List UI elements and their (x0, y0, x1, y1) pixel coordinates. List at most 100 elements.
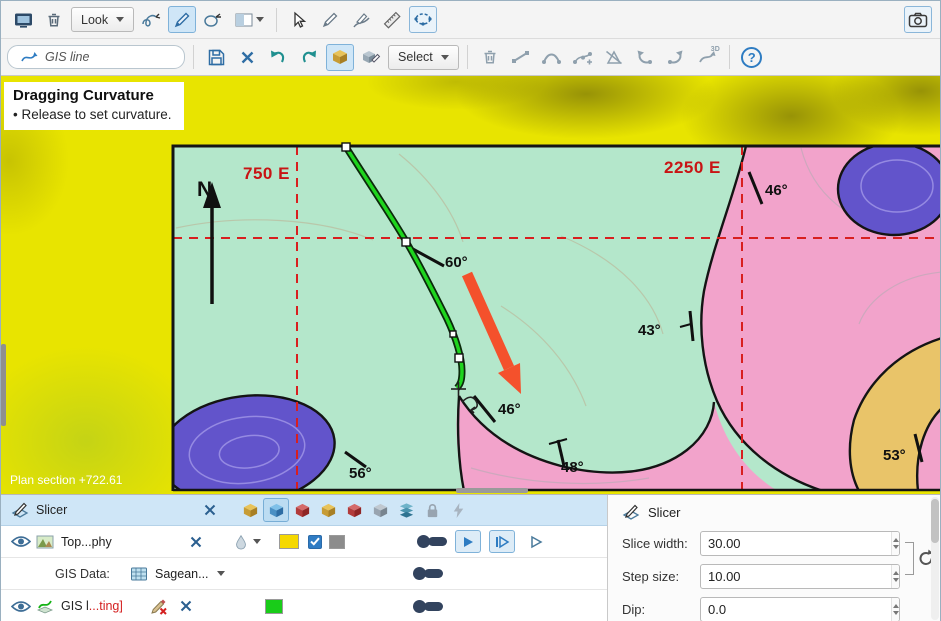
draw-curve-tool-icon[interactable] (347, 6, 375, 33)
gis-data-scene-toggle[interactable] (413, 567, 443, 580)
curve-segment-icon[interactable] (538, 44, 566, 71)
play-slices-button[interactable] (455, 530, 481, 553)
polygon-slash-icon[interactable] (600, 44, 628, 71)
draw-polyline-icon[interactable] (199, 6, 227, 33)
cube-amber-icon[interactable] (237, 498, 263, 522)
spinner-arrows[interactable] (891, 598, 899, 621)
main-toolbar: Look (1, 1, 940, 39)
gis-data-value: Sagean... (151, 567, 213, 581)
dip-input[interactable] (701, 598, 891, 621)
cube-blue-icon[interactable] (263, 498, 289, 522)
vertex-handle[interactable] (455, 354, 463, 362)
properties-title: Slicer (622, 503, 900, 521)
secondary-color-swatch[interactable] (329, 535, 345, 549)
lightning-icon[interactable] (445, 498, 471, 522)
draw-on-object-icon[interactable] (357, 44, 385, 71)
drag-tooltip: Dragging Curvature • Release to set curv… (4, 82, 184, 130)
select-mode-dropdown[interactable]: Select (388, 45, 459, 70)
horizontal-scrollbar[interactable] (456, 488, 528, 493)
topography-color-swatch[interactable] (279, 534, 299, 549)
delete-vertices-icon[interactable] (476, 44, 504, 71)
bottom-panels: Slicer (1, 494, 940, 621)
cancel-x-icon[interactable] (233, 44, 261, 71)
slice-width-spinbox[interactable] (700, 531, 900, 556)
snap-to-object-icon[interactable] (326, 44, 354, 71)
panel-scrollbar[interactable] (931, 497, 939, 620)
select-cursor-icon[interactable] (285, 6, 313, 33)
stop-editing-pencil-icon[interactable] (147, 597, 171, 615)
undo-icon[interactable] (264, 44, 292, 71)
slice-width-input[interactable] (701, 532, 891, 555)
scene-window-icon[interactable] (9, 6, 37, 33)
step-slice-button[interactable] (489, 530, 515, 553)
easting-label-750: 750 E (243, 164, 290, 183)
scene-list-panel: Slicer (1, 495, 608, 621)
save-icon[interactable] (202, 44, 230, 71)
plan-section-map[interactable]: 750 E 2250 E N 60° 46° 43 (1, 76, 940, 494)
straight-segment-icon[interactable] (507, 44, 535, 71)
step-size-input[interactable] (701, 565, 891, 588)
plan-section-label: Plan section +722.61 (10, 473, 122, 487)
play-outline-button[interactable] (523, 530, 549, 553)
dip-spinbox[interactable] (700, 597, 900, 621)
link-bracket (905, 542, 914, 575)
cube-gray-icon[interactable] (367, 498, 393, 522)
layers-icon[interactable] (393, 498, 419, 522)
topography-label: Top...phy (57, 535, 185, 549)
help-icon[interactable]: ? (738, 44, 766, 71)
lasso-select-icon[interactable] (409, 6, 437, 33)
topography-checkbox[interactable] (308, 535, 322, 549)
remove-gis-line-button[interactable] (175, 595, 197, 617)
trash-icon[interactable] (40, 6, 68, 33)
gis-line-scene-toggle[interactable] (413, 600, 443, 613)
gis-data-row[interactable]: GIS Data: Sagean... (1, 558, 607, 590)
active-tool-label: GIS line (45, 50, 89, 64)
chevron-down-icon (116, 17, 124, 22)
slicer-properties-panel: Slicer Slice width: Step size: Dip: (608, 495, 940, 621)
scrollbar-thumb[interactable] (931, 499, 939, 543)
reverse-curve-right-icon[interactable] (662, 44, 690, 71)
vertex-handle[interactable] (450, 331, 456, 337)
split-view-icon[interactable] (230, 6, 268, 33)
remove-topography-button[interactable] (185, 531, 207, 553)
vertical-scrollbar[interactable] (1, 344, 6, 426)
scene-view[interactable]: 750 E 2250 E N 60° 46° 43 (1, 76, 940, 494)
dip-label: 53° (883, 447, 906, 464)
topography-scene-toggle[interactable] (417, 535, 447, 548)
visibility-eye-icon[interactable] (9, 535, 33, 548)
properties-title-text: Slicer (648, 505, 681, 520)
topography-row[interactable]: Top...phy (1, 526, 607, 558)
dip-label: 43° (638, 322, 661, 339)
add-node-icon[interactable] (569, 44, 597, 71)
shading-dropdown[interactable] (233, 534, 261, 550)
camera-icon[interactable] (904, 6, 932, 33)
cube-red-icon[interactable] (289, 498, 315, 522)
chevron-down-icon[interactable] (217, 571, 225, 576)
spinner-arrows[interactable] (891, 565, 899, 588)
easting-label-2250: 2250 E (664, 158, 721, 177)
gis-line-row[interactable]: GIS l...ting] (1, 590, 607, 621)
vertex-handle[interactable] (342, 143, 350, 151)
spinner-arrows[interactable] (891, 532, 899, 555)
toolbar-separator (193, 45, 194, 69)
lock-icon[interactable] (419, 498, 445, 522)
convert-3d-curve-icon[interactable]: 3D (693, 44, 721, 71)
vertex-handle[interactable] (402, 238, 410, 246)
slicer-row[interactable]: Slicer (1, 495, 607, 526)
remove-slicer-button[interactable] (199, 499, 221, 521)
redo-icon[interactable] (295, 44, 323, 71)
cube-amber2-icon[interactable] (315, 498, 341, 522)
gis-line-color-swatch[interactable] (265, 599, 283, 614)
reverse-curve-left-icon[interactable] (631, 44, 659, 71)
toolbar-separator (729, 45, 730, 69)
look-dropdown[interactable]: Look (71, 7, 134, 32)
draw-slicer-line-icon[interactable] (137, 6, 165, 33)
ruler-icon[interactable] (378, 6, 406, 33)
slicer-icon (9, 501, 31, 519)
step-size-spinbox[interactable] (700, 564, 900, 589)
visibility-eye-icon[interactable] (9, 600, 33, 613)
draw-line-tool-icon[interactable] (316, 6, 344, 33)
3d-badge: 3D (711, 46, 720, 53)
draw-gis-line-icon[interactable] (168, 6, 196, 33)
cube-red2-icon[interactable] (341, 498, 367, 522)
